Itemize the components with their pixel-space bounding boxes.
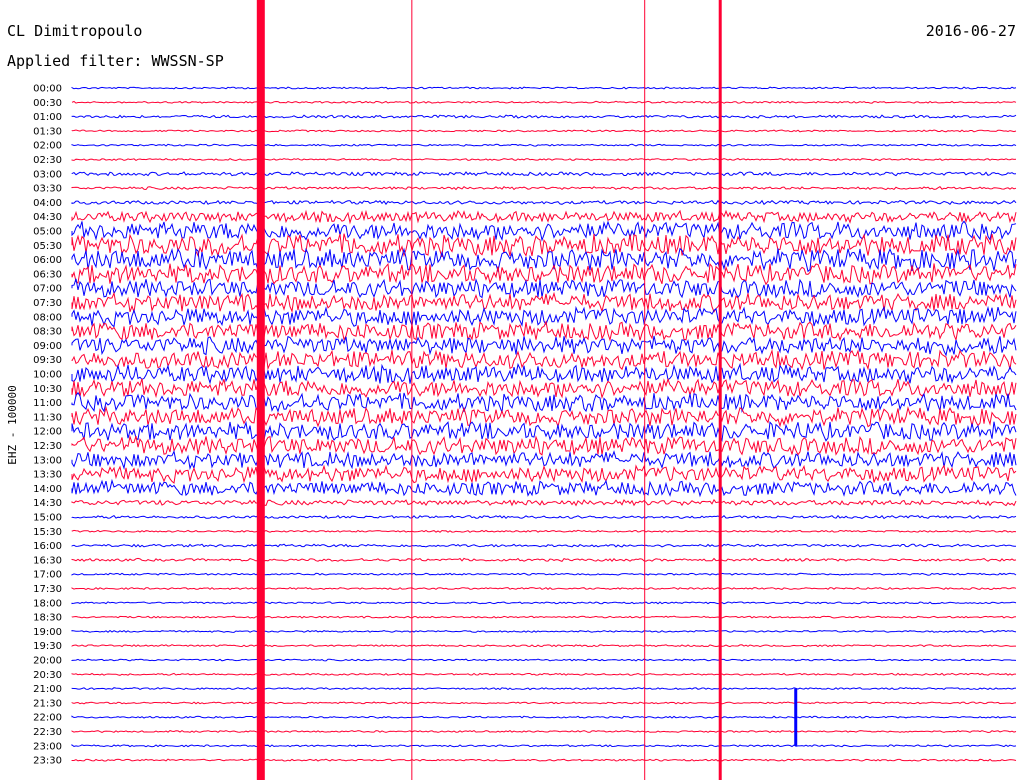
row-time-label: 10:30 — [33, 384, 62, 395]
y-axis-label: EHZ - 100000 — [6, 385, 19, 464]
row-time-label: 23:00 — [33, 741, 62, 752]
row-time-label: 15:00 — [33, 513, 62, 524]
row-time-label: 16:00 — [33, 541, 62, 552]
row-time-label: 08:30 — [33, 327, 62, 338]
row-time-label: 12:00 — [33, 427, 62, 438]
row-time-label: 12:30 — [33, 441, 62, 452]
row-time-label: 05:00 — [33, 227, 62, 238]
row-time-label: 02:30 — [33, 155, 62, 166]
station-title: CL Dimitropoulo — [7, 22, 142, 40]
row-time-label: 16:30 — [33, 555, 62, 566]
row-time-label: 20:00 — [33, 656, 62, 667]
row-time-label: 13:30 — [33, 470, 62, 481]
row-time-label: 03:30 — [33, 184, 62, 195]
row-time-label: 14:30 — [33, 498, 62, 509]
row-time-label: 21:00 — [33, 684, 62, 695]
row-time-label: 17:00 — [33, 570, 62, 581]
row-time-label: 19:30 — [33, 641, 62, 652]
row-time-label: 08:00 — [33, 312, 62, 323]
row-time-label: 18:30 — [33, 613, 62, 624]
row-time-label: 11:00 — [33, 398, 62, 409]
row-time-label: 01:30 — [33, 126, 62, 137]
row-time-label: 10:00 — [33, 370, 62, 381]
row-time-label: 17:30 — [33, 584, 62, 595]
row-time-label: 13:00 — [33, 455, 62, 466]
row-time-label: 09:00 — [33, 341, 62, 352]
row-time-label: 00:30 — [33, 98, 62, 109]
row-time-label: 22:30 — [33, 727, 62, 738]
row-time-label: 19:00 — [33, 627, 62, 638]
row-time-label: 06:30 — [33, 269, 62, 280]
row-time-label: 07:00 — [33, 284, 62, 295]
row-time-label: 14:00 — [33, 484, 62, 495]
row-time-label: 03:00 — [33, 169, 62, 180]
row-time-label: 23:30 — [33, 756, 62, 767]
row-time-label: 21:30 — [33, 698, 62, 709]
row-time-label: 18:00 — [33, 598, 62, 609]
row-time-label: 00:00 — [33, 84, 62, 95]
row-time-label: 06:00 — [33, 255, 62, 266]
row-time-label: 22:00 — [33, 713, 62, 724]
row-time-label: 01:00 — [33, 112, 62, 123]
row-time-label: 04:00 — [33, 198, 62, 209]
row-time-label: 09:30 — [33, 355, 62, 366]
row-time-label: 20:30 — [33, 670, 62, 681]
row-time-label: 05:30 — [33, 241, 62, 252]
filter-subtitle: Applied filter: WWSSN-SP — [7, 52, 224, 70]
row-time-label: 07:30 — [33, 298, 62, 309]
strong-event-band — [256, 0, 265, 780]
row-time-label: 04:30 — [33, 212, 62, 223]
helicorder-chart: 00:00 00:30 01:00 01:30 02:00 02:30 03:00 03:30… — [0, 0, 1024, 780]
row-time-label: 15:30 — [33, 527, 62, 538]
date-label: 2016-06-27 — [926, 22, 1016, 40]
row-time-label: 11:30 — [33, 412, 62, 423]
row-time-label: 02:00 — [33, 141, 62, 152]
